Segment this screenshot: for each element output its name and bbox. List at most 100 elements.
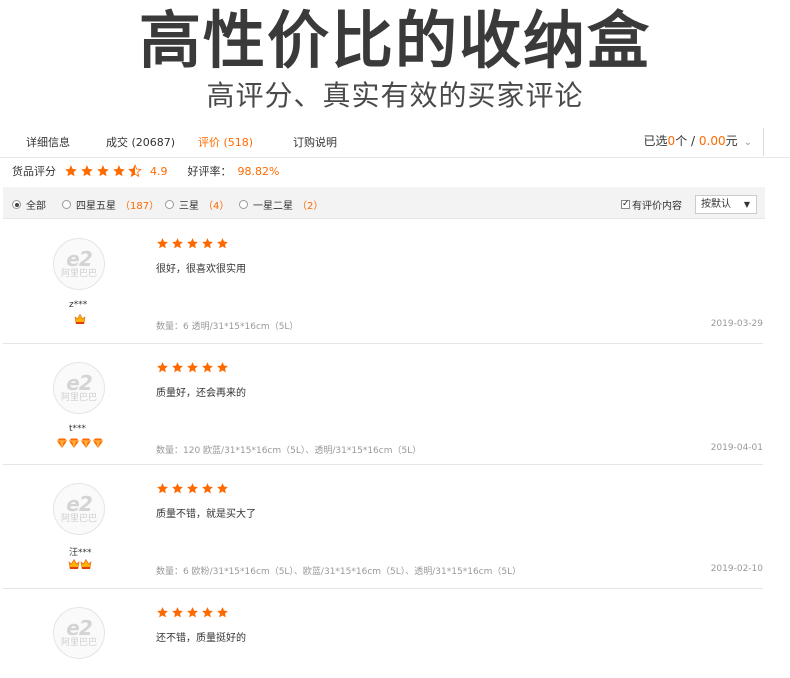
star-full-icon — [216, 237, 229, 250]
filter-label: 四星五星 — [76, 201, 116, 212]
avatar: e2 阿里巴巴 — [53, 238, 105, 290]
star-full-icon — [186, 482, 199, 495]
selected-currency: 元 — [725, 134, 738, 148]
star-full-icon — [96, 164, 110, 178]
tab-details[interactable]: 详细信息 — [26, 134, 70, 150]
alibaba-logo-icon: e2 阿里巴巴 — [60, 247, 97, 279]
star-full-icon — [156, 237, 169, 250]
review-stars — [156, 237, 231, 250]
star-full-icon — [216, 606, 229, 619]
diamond-badge-icon — [68, 437, 80, 449]
review-stars — [156, 361, 231, 374]
review-date: 2019-02-10 — [710, 564, 763, 574]
radio-icon[interactable] — [62, 200, 71, 209]
filter-label: 三星 — [179, 201, 199, 212]
avatar: e2 阿里巴巴 — [53, 483, 105, 535]
star-full-icon — [186, 237, 199, 250]
product-rating: 货品评分 4.9 好评率： 98.82% — [12, 162, 279, 180]
reviewer-name: z*** — [69, 300, 88, 310]
star-full-icon — [171, 237, 184, 250]
review-stars — [156, 482, 231, 495]
filter-count: （2） — [297, 201, 324, 212]
alibaba-logo-icon: e2 阿里巴巴 — [60, 616, 97, 648]
sort-selected: 按默认 — [701, 199, 731, 210]
alibaba-logo-icon: e2 阿里巴巴 — [60, 492, 97, 524]
review-text: 质量不错，就是买大了 — [156, 509, 256, 520]
selected-unit: 个 / — [675, 134, 699, 148]
reviewer-name: t*** — [69, 424, 87, 434]
review-item: e2 阿里巴巴还不错，质量挺好的 — [3, 589, 763, 678]
buyer-level-badges — [68, 558, 92, 570]
buyer-level-badges — [56, 437, 104, 449]
review-item: e2 阿里巴巴 汪*** 质量不错，就是买大了 数量：6 欧粉/31*15*16cm（5… — [3, 465, 763, 589]
filter-count: （187） — [120, 201, 160, 212]
banner-title: 高性价比的收纳盒 — [138, 4, 651, 77]
diamond-badge-icon — [80, 437, 92, 449]
filter-all-label: 全部 — [26, 201, 46, 212]
review-order-meta: 数量：6 透明/31*15*16cm（5L） — [156, 322, 299, 332]
radio-icon[interactable] — [165, 200, 174, 209]
star-full-icon — [156, 361, 169, 374]
alibaba-logo-icon: e2 阿里巴巴 — [60, 371, 97, 403]
good-rate-value: 98.82% — [237, 164, 280, 178]
avatar: e2 阿里巴巴 — [53, 362, 105, 414]
has-content-label: 有评价内容 — [632, 201, 682, 212]
sort-select[interactable]: 按默认 ▼ — [695, 195, 757, 214]
filter-all[interactable]: 全部 — [12, 197, 46, 212]
star-full-icon — [64, 164, 78, 178]
review-order-meta: 数量：6 欧粉/31*15*16cm（5L）、欧蓝/31*15*16cm（5L）… — [156, 567, 522, 577]
review-order-meta: 数量：120 欧蓝/31*15*16cm（5L）、透明/31*15*16cm（5… — [156, 446, 422, 456]
crown-badge-icon — [80, 558, 92, 570]
review-item: e2 阿里巴巴 z*** 很好，很喜欢很实用数量：6 透明/31*15*16cm（5L… — [3, 220, 763, 344]
review-text: 还不错，质量挺好的 — [156, 633, 246, 644]
diamond-badge-icon — [56, 437, 68, 449]
star-full-icon — [186, 361, 199, 374]
star-full-icon — [201, 482, 214, 495]
rating-label: 货品评分 — [12, 165, 56, 178]
has-content-filter[interactable]: ✓ 有评价内容 — [621, 197, 682, 212]
star-half-icon — [128, 164, 142, 178]
radio-icon[interactable] — [12, 200, 21, 209]
star-full-icon — [171, 482, 184, 495]
selected-prefix: 已选 — [643, 134, 668, 148]
review-date: 2019-03-29 — [710, 319, 763, 329]
filter-label: 一星二星 — [253, 201, 293, 212]
review-text: 质量好，还会再来的 — [156, 388, 246, 399]
chevron-down-icon: ⌄ — [743, 137, 752, 148]
divider — [763, 128, 764, 156]
tab-bar: 详细信息 成交 (20687) 评价 (518) 订购说明 已选0个 / 0.0… — [0, 124, 790, 158]
caret-down-icon: ▼ — [743, 200, 750, 209]
tab-order-info[interactable]: 订购说明 — [293, 134, 337, 150]
banner-subtitle: 高评分、真实有效的买家评论 — [206, 79, 584, 112]
filter-one-two-star[interactable]: 一星二星 （2） — [239, 197, 323, 212]
tab-transactions[interactable]: 成交 (20687) — [106, 134, 175, 150]
crown-badge-icon — [74, 313, 86, 325]
star-full-icon — [186, 606, 199, 619]
star-full-icon — [112, 164, 126, 178]
review-item: e2 阿里巴巴 t*** 质量好，还会再来的数量：120 欧蓝/31*15*16cm（… — [3, 344, 763, 465]
star-full-icon — [201, 361, 214, 374]
review-text: 很好，很喜欢很实用 — [156, 264, 246, 275]
avatar: e2 阿里巴巴 — [53, 607, 105, 659]
review-date: 2019-04-01 — [710, 443, 763, 453]
buyer-level-badges — [74, 313, 86, 325]
star-full-icon — [171, 606, 184, 619]
rating-score: 4.9 — [150, 164, 168, 178]
checkbox-icon[interactable]: ✓ — [621, 200, 630, 209]
crown-badge-icon — [68, 558, 80, 570]
review-stars — [156, 606, 231, 619]
tab-reviews[interactable]: 评价 (518) — [198, 134, 253, 150]
star-full-icon — [201, 237, 214, 250]
selected-summary[interactable]: 已选0个 / 0.00元 ⌄ — [644, 132, 752, 149]
selected-amount: 0.00 — [698, 134, 726, 148]
filter-three-star[interactable]: 三星 （4） — [165, 197, 229, 212]
star-full-icon — [80, 164, 94, 178]
rating-stars — [64, 164, 144, 178]
filter-four-five-star[interactable]: 四星五星 （187） — [62, 197, 159, 212]
radio-icon[interactable] — [239, 200, 248, 209]
review-filter-bar: 全部 四星五星 （187） 三星 （4） 一星二星 （2） ✓ 有评价内容 按默认 ▼ — [3, 187, 765, 219]
star-full-icon — [201, 606, 214, 619]
star-full-icon — [216, 361, 229, 374]
star-full-icon — [171, 361, 184, 374]
star-full-icon — [156, 606, 169, 619]
